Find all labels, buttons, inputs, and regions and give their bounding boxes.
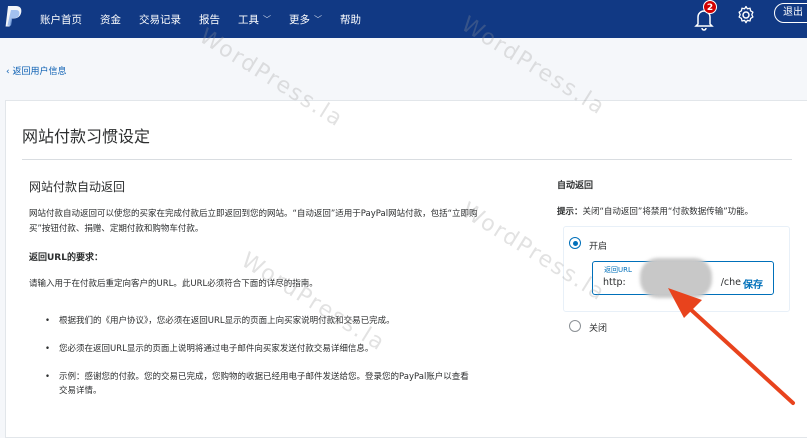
- back-link[interactable]: ‹ 返回用户信息: [6, 64, 66, 77]
- divider: [22, 159, 792, 160]
- list-item: 根据我们的《用户协议》，您必须在返回URL显示的页面上向买家说明付款和交易已完成…: [45, 314, 475, 328]
- chevron-down-icon: ﹀: [263, 14, 271, 24]
- requirements-list: 根据我们的《用户协议》，您必须在返回URL显示的页面上向买家说明付款和交易已完成…: [45, 314, 475, 412]
- url-start: http:: [603, 277, 626, 288]
- chevron-down-icon: ﹀: [314, 14, 322, 24]
- section-description: 网站付款自动返回可以使您的买家在完成付款后立即返回到您的网站。“自动返回”适用于…: [29, 209, 478, 234]
- tip-text: 提示：关闭“自动返回”将禁用“付款数据传输”功能。: [557, 205, 753, 217]
- main-nav: 账户首页 资金 交易记录 报告 工具 ﹀ 更多 ﹀ 帮助: [40, 0, 379, 38]
- notification-badge: 2: [703, 0, 717, 14]
- auto-return-off-radio[interactable]: [569, 320, 581, 332]
- nav-item-label: 账户首页: [40, 13, 82, 26]
- save-button[interactable]: 保存: [743, 276, 763, 291]
- tip-body: 关闭“自动返回”将禁用“付款数据传输”功能。: [582, 207, 754, 217]
- requirements-description: 请输入用于在付款后重定向客户的URL。此URL必须符合下面的详尽的指南。: [29, 279, 318, 289]
- auto-return-title: 自动返回: [557, 181, 594, 191]
- page-title: 网站付款习惯设定: [22, 127, 151, 146]
- paypal-logo-icon[interactable]: [4, 4, 22, 32]
- section-title: 网站付款自动返回: [29, 180, 126, 194]
- nav-item-tools[interactable]: 工具 ﹀: [238, 12, 271, 27]
- nav-item-label: 工具: [238, 13, 259, 26]
- logout-button[interactable]: 退出: [774, 3, 807, 23]
- return-url-label: 返回URL: [604, 266, 632, 274]
- nav-item-label: 报告: [199, 13, 220, 26]
- list-item: 您必须在返回URL显示的页面上说明将通过电子邮件向买家发送付款交易详细信息。: [45, 342, 475, 356]
- auto-return-on-label[interactable]: 开启: [589, 239, 607, 252]
- tip-prefix: 提示：: [557, 207, 583, 217]
- requirements-title: 返回URL的要求：: [29, 253, 103, 263]
- nav-item-label: 交易记录: [139, 13, 181, 26]
- auto-return-off-label[interactable]: 关闭: [589, 321, 607, 334]
- back-link-label: 返回用户信息: [12, 67, 67, 77]
- top-nav-bar: 账户首页 资金 交易记录 报告 工具 ﹀ 更多 ﹀ 帮助 2 退出: [0, 0, 807, 38]
- nav-item-label: 帮助: [340, 13, 361, 26]
- nav-item-activity[interactable]: 交易记录: [139, 12, 181, 27]
- nav-item-home[interactable]: 账户首页: [40, 12, 82, 27]
- list-item: 示例：感谢您的付款。您的交易已完成，您购物的收据已经用电子邮件发送给您。登录您的…: [45, 370, 475, 398]
- nav-item-label: 更多: [289, 13, 310, 26]
- url-end: /che: [720, 277, 741, 288]
- nav-item-more[interactable]: 更多 ﹀: [289, 12, 322, 27]
- nav-item-reports[interactable]: 报告: [199, 12, 220, 27]
- auto-return-on-radio[interactable]: [569, 237, 581, 249]
- redaction-blur: [640, 258, 712, 298]
- nav-item-funds[interactable]: 资金: [100, 12, 121, 27]
- gear-icon[interactable]: [736, 5, 756, 25]
- nav-item-label: 资金: [100, 13, 121, 26]
- nav-item-help[interactable]: 帮助: [340, 12, 361, 27]
